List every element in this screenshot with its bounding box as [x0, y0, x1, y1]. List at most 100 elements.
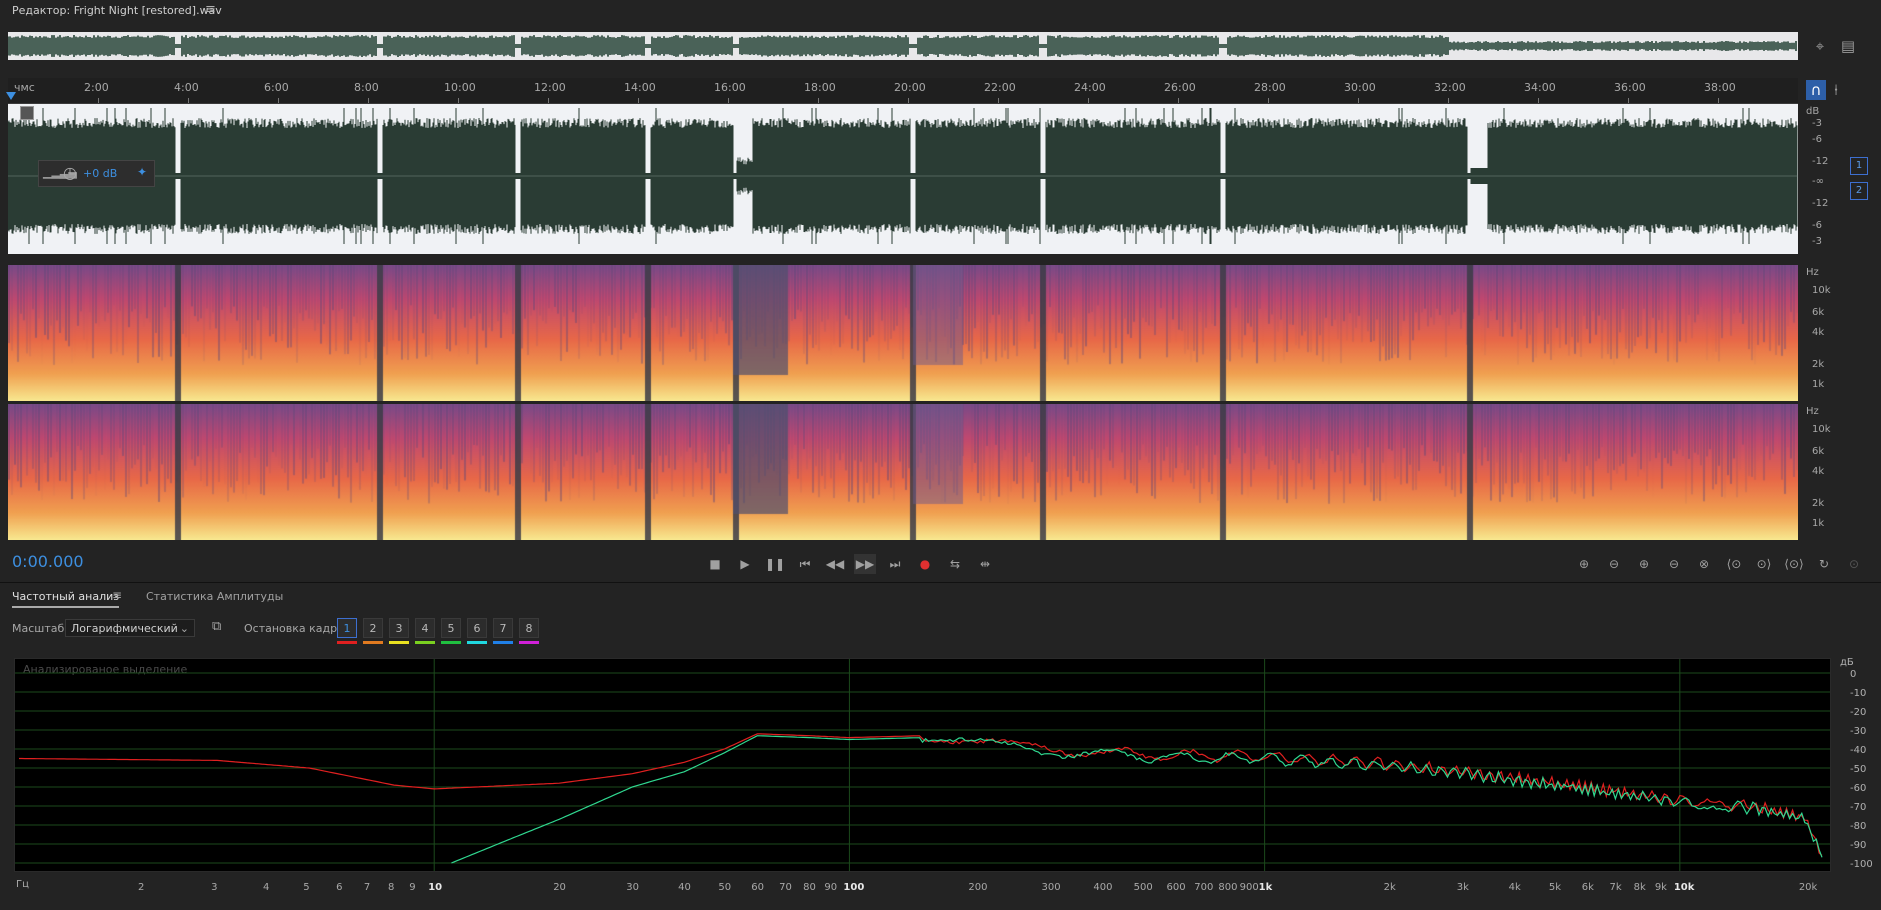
hz-scale-label: 4k	[1812, 327, 1825, 338]
x-axis-tick-label: 900	[1239, 882, 1259, 893]
rewind-icon[interactable]: ◀◀	[824, 554, 846, 574]
ruler-tick-mark	[1718, 98, 1719, 103]
frequency-graph[interactable]: Анализированое выделение	[14, 658, 1831, 872]
tab-amplitude-statistics[interactable]: Статистика Амплитуды	[146, 590, 283, 603]
ruler-tick-mark	[908, 98, 909, 103]
toggle-view-icon[interactable]: ▤	[1838, 36, 1858, 56]
ruler-tick-label: 28:00	[1254, 81, 1286, 94]
ruler-tick-label: 22:00	[984, 81, 1016, 94]
timeline-ruler[interactable]: чмс 2:00 4:00 6:00 8:00 10:00 12:00 14:00 16:00…	[6, 78, 1798, 104]
ruler-tick-label: 18:00	[804, 81, 836, 94]
freeze-frame-3-button[interactable]: 3	[389, 618, 409, 638]
y-axis-tick-label: -60	[1850, 783, 1867, 794]
skip-to-start-icon[interactable]: ⏮	[794, 554, 816, 574]
x-axis-tick-label: 50	[718, 882, 732, 893]
zoom-out-time-icon[interactable]: ⊖	[1662, 554, 1686, 574]
freeze-frame-1-button[interactable]: 1	[337, 618, 357, 638]
hz-scale-label: 1k	[1812, 379, 1825, 390]
zoom-reset-icon[interactable]: ↻	[1812, 554, 1836, 574]
playhead-marker[interactable]	[6, 92, 16, 100]
fast-forward-icon[interactable]: ▶▶	[854, 554, 876, 574]
skip-to-end-icon[interactable]: ⏭	[884, 554, 906, 574]
x-axis-tick-label: 40	[678, 882, 691, 893]
corner-toggle-icon[interactable]	[20, 106, 34, 120]
freeze-frame-5-button[interactable]: 5	[441, 618, 461, 638]
freeze-frame-color-bar	[337, 641, 357, 644]
hz-scale-label: 2k	[1812, 359, 1825, 370]
zoom-out-amplitude-icon[interactable]: ⊖	[1602, 554, 1626, 574]
y-axis-unit: дБ	[1840, 657, 1854, 668]
stop-icon[interactable]: ■	[704, 554, 726, 574]
x-axis-tick-label: 400	[1093, 882, 1113, 893]
x-axis-tick-label: 9	[409, 882, 416, 893]
spectrogram-channel-1[interactable]	[8, 265, 1798, 401]
x-axis-tick-label: 8k	[1633, 882, 1646, 893]
y-axis-tick-label: -80	[1850, 821, 1867, 832]
x-axis-tick-label: 3	[211, 882, 218, 893]
spectrogram-channel-2[interactable]	[8, 404, 1798, 540]
headphone-icon[interactable]: ∩	[1806, 80, 1826, 100]
channel-2-toggle[interactable]: 2	[1850, 182, 1868, 200]
freeze-frame-7-button[interactable]: 7	[493, 618, 513, 638]
freeze-frame-2-button[interactable]: 2	[363, 618, 383, 638]
y-axis-tick-label: -40	[1850, 745, 1867, 756]
gain-knob-icon[interactable]: ◷	[63, 163, 77, 182]
ruler-tick-mark	[278, 98, 279, 103]
gain-value[interactable]: +0 dB	[83, 167, 117, 180]
ruler-tick-label: 6:00	[264, 81, 289, 94]
ruler-tick-mark	[1268, 98, 1269, 103]
zoom-in-amplitude-icon[interactable]: ⊕	[1572, 554, 1596, 574]
copy-icon[interactable]: ⧉	[212, 619, 221, 634]
tab-frequency-analysis[interactable]: Частотный анализ	[12, 590, 120, 608]
y-axis-tick-label: -10	[1850, 688, 1867, 699]
channel-1-toggle[interactable]: 1	[1850, 157, 1868, 175]
x-axis-tick-label: 300	[1041, 882, 1061, 893]
ruler-tick-mark	[458, 98, 459, 103]
waveform-view[interactable]	[8, 104, 1798, 254]
overview-waveform[interactable]	[8, 32, 1798, 60]
pause-icon[interactable]: ❚❚	[764, 554, 786, 574]
freeze-frame-8-button[interactable]: 8	[519, 618, 539, 638]
freeze-frame-color-bar	[363, 641, 383, 644]
freeze-frame-4-button[interactable]: 4	[415, 618, 435, 638]
ruler-tick-label: 4:00	[174, 81, 199, 94]
hamburger-icon[interactable]: ≡	[205, 2, 216, 17]
x-axis-tick-label: 9k	[1654, 882, 1667, 893]
zoom-in-left-icon[interactable]: ⟨⊙	[1722, 554, 1746, 574]
timecode-display[interactable]: 0:00.000	[12, 552, 84, 571]
ruler-tick-label: 34:00	[1524, 81, 1556, 94]
record-icon[interactable]: ●	[914, 554, 936, 574]
y-axis-tick-label: -70	[1850, 802, 1867, 813]
gain-hud[interactable]: ▁▂▃▄ ◷ +0 dB ✦	[38, 160, 155, 187]
zoom-selection-icon[interactable]: ⟨⊙⟩	[1782, 554, 1806, 574]
zoom-in-time-icon[interactable]: ⊕	[1632, 554, 1656, 574]
x-axis-unit: Гц	[16, 879, 29, 890]
db-scale-label: -12	[1812, 156, 1829, 167]
play-icon[interactable]: ▶	[734, 554, 756, 574]
tab-menu-icon[interactable]: ≡	[112, 588, 122, 602]
freeze-frame-color-bar	[441, 641, 461, 644]
y-axis-tick-label: -30	[1850, 726, 1867, 737]
ruler-tick-label: 8:00	[354, 81, 379, 94]
marker-pin-icon[interactable]: ⍿	[1826, 80, 1846, 100]
ruler-tick-label: 14:00	[624, 81, 656, 94]
hz-scale-label: 4k	[1812, 466, 1825, 477]
x-axis-tick-label: 4k	[1508, 882, 1521, 893]
zoom-to-selection-icon[interactable]: ⌖	[1810, 36, 1830, 56]
zoom-in-right-icon[interactable]: ⊙⟩	[1752, 554, 1776, 574]
graph-y-axis: дБ 0 -10 -20 -30 -40 -50 -60 -70 -80 -90 -100	[1830, 656, 1880, 876]
db-scale-label: -6	[1812, 220, 1822, 231]
zoom-out-full-icon[interactable]: ⊗	[1692, 554, 1716, 574]
x-axis-tick-label: 20	[553, 882, 566, 893]
x-axis-tick-label: 70	[779, 882, 792, 893]
scale-select[interactable]: Логарифмический ⌄	[65, 619, 195, 637]
freeze-frame-6-button[interactable]: 6	[467, 618, 487, 638]
loop-icon[interactable]: ⇆	[944, 554, 966, 574]
analysis-tabs: Частотный анализ ≡ Статистика Амплитуды	[0, 584, 1881, 610]
freeze-frame-color-bar	[389, 641, 409, 644]
db-scale-label: -3	[1812, 236, 1822, 247]
pin-icon[interactable]: ✦	[137, 165, 147, 179]
skip-selection-icon[interactable]: ⇹	[974, 554, 996, 574]
freeze-frame-label: Остановка кадра:	[244, 622, 348, 635]
y-axis-tick-label: -100	[1850, 859, 1873, 870]
